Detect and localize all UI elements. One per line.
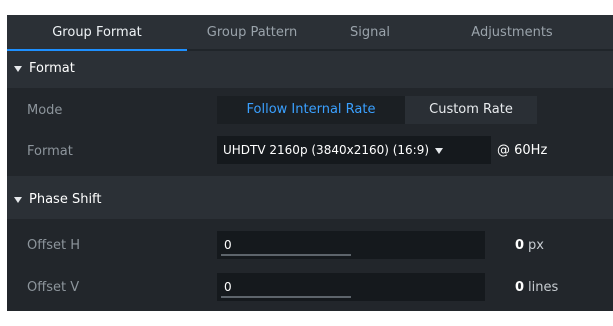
format-label: Format xyxy=(27,144,73,159)
offset-v-label: Offset V xyxy=(27,280,80,295)
offset-v-readout: 0 xyxy=(515,280,525,295)
phase-shift-panel: Offset H 0 0 px Offset V 0 0 lines xyxy=(7,219,613,311)
format-select-value: UHDTV 2160p (3840x2160) (16:9) xyxy=(223,143,430,157)
offset-v-unit-label: lines xyxy=(528,280,559,295)
offset-h-unit: 0 px xyxy=(515,238,544,253)
offset-h-readout: 0 xyxy=(515,238,525,253)
phase-shift-section-header[interactable]: Phase Shift xyxy=(7,182,613,218)
offset-v-unit: 0 lines xyxy=(515,280,558,295)
follow-internal-rate-button[interactable]: Follow Internal Rate xyxy=(217,96,405,124)
format-select[interactable]: UHDTV 2160p (3840x2160) (16:9) xyxy=(217,136,491,164)
format-section-header[interactable]: Format xyxy=(7,51,613,87)
tab-bar: Group Format Group Pattern Signal Adjust… xyxy=(7,15,613,51)
device-settings-panel: Group Format Group Pattern Signal Adjust… xyxy=(7,15,613,311)
offset-v-input[interactable]: 0 xyxy=(217,273,485,301)
format-section-title: Format xyxy=(29,61,75,76)
offset-h-unit-label: px xyxy=(528,238,544,253)
tab-group-format[interactable]: Group Format xyxy=(7,15,187,49)
tab-adjustments[interactable]: Adjustments xyxy=(447,15,577,49)
dropdown-arrow-icon xyxy=(434,147,443,154)
custom-rate-button[interactable]: Custom Rate xyxy=(405,96,537,124)
offset-v-value: 0 xyxy=(224,280,232,294)
tab-signal[interactable]: Signal xyxy=(325,15,415,49)
caret-down-icon xyxy=(14,66,22,72)
mode-label: Mode xyxy=(27,103,63,118)
offset-h-input[interactable]: 0 xyxy=(217,231,485,259)
offset-h-label: Offset H xyxy=(27,238,80,253)
phase-shift-section-title: Phase Shift xyxy=(29,192,102,207)
caret-down-icon xyxy=(14,197,22,203)
frequency-label: @ 60Hz xyxy=(497,143,548,158)
offset-v-slider-track xyxy=(221,296,351,298)
tab-group-pattern[interactable]: Group Pattern xyxy=(187,15,317,49)
offset-h-value: 0 xyxy=(224,238,232,252)
format-panel: Mode Follow Internal Rate Custom Rate Fo… xyxy=(7,88,613,176)
offset-h-slider-track xyxy=(221,254,351,256)
